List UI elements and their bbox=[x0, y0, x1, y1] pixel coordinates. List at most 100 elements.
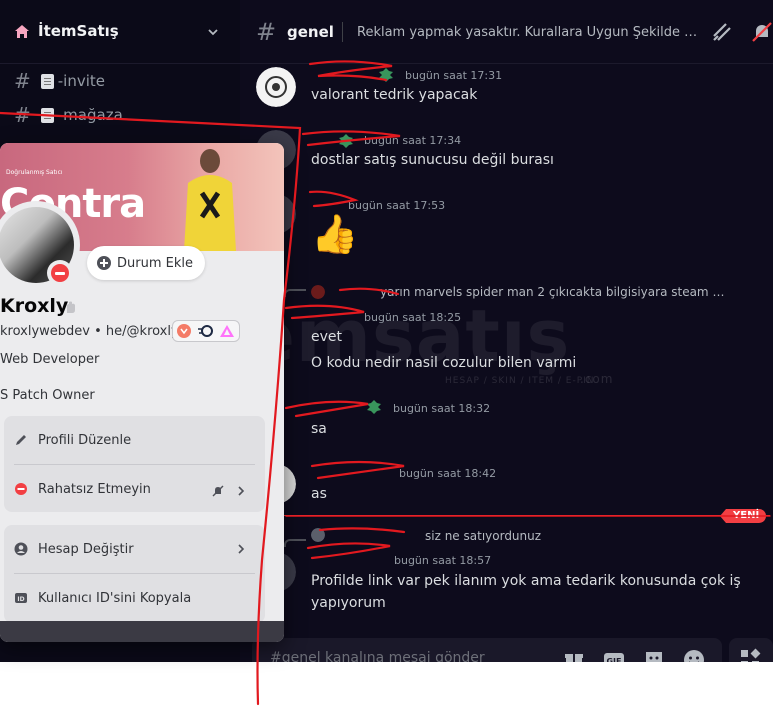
copy-user-id-button[interactable]: ID Kullanıcı ID'sini Kopyala bbox=[14, 588, 191, 608]
chevron-down-icon[interactable] bbox=[207, 26, 219, 38]
svg-text:ID: ID bbox=[17, 596, 24, 603]
message-text: valorant tedrik yapacak bbox=[311, 87, 478, 103]
profile-username-line: kroxlywebdev • he/@kroxly bbox=[0, 324, 179, 339]
sidebar-channel-invite[interactable]: # -invite bbox=[14, 68, 105, 94]
server-name: İtemSatış bbox=[38, 22, 119, 40]
watermark-domain: .com bbox=[580, 372, 614, 386]
message-text: O kodu nedir nasil cozulur bilen varmi bbox=[311, 355, 577, 371]
reply-preview[interactable]: siz ne satıyordunuz bbox=[425, 529, 541, 543]
message-timestamp: bugün saat 18:42 bbox=[399, 467, 497, 480]
message-text: sa bbox=[311, 421, 327, 437]
watermark-sub: HESAP / SKIN / ITEM / E-PIN bbox=[445, 376, 595, 386]
notification-muted-icon[interactable] bbox=[750, 20, 773, 44]
channel-header: # genel Reklam yapmak yasaktır. Kurallar… bbox=[240, 0, 773, 64]
reply-connector bbox=[284, 289, 306, 297]
channel-topic[interactable]: Reklam yapmak yasaktır. Kurallara Uygun … bbox=[357, 25, 702, 40]
channel-name: genel bbox=[287, 23, 334, 41]
message-timestamp: bugün saat 18:32 bbox=[393, 402, 491, 415]
message-text: yapıyorum bbox=[311, 595, 386, 611]
svg-text:GIF: GIF bbox=[606, 657, 621, 662]
message-timestamp: bugün saat 18:25 bbox=[364, 311, 462, 324]
hash-icon: # bbox=[14, 103, 31, 127]
message-text: as bbox=[311, 486, 327, 502]
sidebar-channel-magaza[interactable]: # -mağaza bbox=[14, 102, 123, 128]
user-avatar[interactable] bbox=[256, 67, 296, 107]
user-icon bbox=[14, 542, 28, 556]
banner-person-image bbox=[184, 149, 236, 251]
reply-connector bbox=[284, 539, 306, 547]
message-text: Profilde link var pek ilanım yok ama ted… bbox=[311, 573, 741, 589]
home-icon bbox=[15, 25, 29, 38]
hash-icon: # bbox=[256, 18, 277, 46]
edit-profile-label: Profili Düzenle bbox=[38, 432, 132, 448]
profile-popout: Doğrulanmış Satıcı Contra Durum Ekle Kro… bbox=[0, 143, 284, 642]
message-timestamp: bugün saat 17:31 bbox=[405, 69, 503, 82]
id-icon: ID bbox=[15, 593, 27, 603]
apps-icon bbox=[741, 648, 761, 662]
hash-icon: # bbox=[14, 69, 31, 93]
profile-actions-card: Profili Düzenle Rahatsız Etmeyin bbox=[4, 416, 265, 512]
switch-account-label: Hesap Değiştir bbox=[38, 541, 134, 557]
chevron-right-icon bbox=[238, 544, 245, 554]
dnd-icon bbox=[51, 264, 69, 282]
message-list: itemsatış HESAP / SKIN / ITEM / E-PIN .c… bbox=[185, 64, 773, 639]
reply-avatar bbox=[311, 285, 325, 299]
pencil-icon bbox=[16, 435, 26, 445]
message-timestamp: bugün saat 17:34 bbox=[364, 134, 462, 147]
copy-user-id-label: Kullanıcı ID'sini Kopyala bbox=[38, 590, 192, 606]
nitro-badge-icon bbox=[379, 68, 393, 82]
nitro-badge-icon bbox=[367, 400, 381, 414]
dnd-status-indicator bbox=[47, 260, 73, 286]
server-header[interactable]: İtemSatış bbox=[0, 0, 240, 64]
account-card: Hesap Değiştir ID Kullanıcı ID'sini Kopy… bbox=[4, 525, 265, 623]
profile-bio-line: Web Developer bbox=[0, 352, 100, 367]
divider bbox=[14, 464, 255, 465]
hand-icon bbox=[67, 301, 75, 313]
add-status-label: Durum Ekle bbox=[117, 255, 193, 271]
reply-avatar bbox=[311, 528, 325, 542]
profile-badges bbox=[172, 320, 240, 342]
profile-bottom-bar bbox=[0, 621, 284, 642]
document-icon bbox=[40, 107, 54, 123]
new-messages-badge: YENİ bbox=[719, 509, 767, 523]
sticker-icon[interactable] bbox=[643, 649, 665, 662]
banner-caption: Doğrulanmış Satıcı bbox=[6, 169, 63, 176]
speed-badge-icon[interactable] bbox=[197, 324, 213, 338]
switch-account-button[interactable]: Hesap Değiştir bbox=[14, 539, 134, 559]
document-icon bbox=[40, 73, 54, 89]
reply-preview[interactable]: yarın marvels spider man 2 çıkıcakta bil… bbox=[380, 285, 725, 299]
nitro-badge-icon bbox=[339, 134, 353, 148]
profile-display-name: Kroxly bbox=[0, 295, 69, 317]
dnd-status-button[interactable]: Rahatsız Etmeyin bbox=[14, 479, 151, 499]
new-messages-divider bbox=[280, 515, 770, 516]
add-status-button[interactable]: Durum Ekle bbox=[87, 246, 205, 280]
emoji-icon[interactable] bbox=[683, 649, 705, 662]
thumbs-up-emoji: 👍 bbox=[311, 212, 359, 256]
separator-dot: • bbox=[94, 324, 102, 339]
gif-icon[interactable]: GIF bbox=[603, 649, 625, 662]
header-divider bbox=[342, 22, 343, 42]
channel-label: -mağaza bbox=[57, 106, 123, 124]
message-timestamp: bugün saat 17:53 bbox=[348, 199, 446, 212]
plus-icon bbox=[97, 256, 111, 270]
profile-username: kroxlywebdev bbox=[0, 324, 90, 339]
message-text: dostlar satış sunucusu değil burası bbox=[311, 152, 554, 168]
message-composer: GIF bbox=[252, 638, 722, 662]
message-timestamp: bugün saat 18:57 bbox=[394, 554, 492, 567]
apps-button[interactable] bbox=[729, 638, 773, 662]
profile-pronouns: he/@kroxly bbox=[105, 324, 179, 339]
dnd-label: Rahatsız Etmeyin bbox=[38, 481, 151, 497]
edit-profile-button[interactable]: Profili Düzenle bbox=[14, 430, 131, 450]
message-input[interactable] bbox=[270, 650, 520, 662]
threads-icon[interactable] bbox=[710, 20, 734, 44]
gift-icon[interactable] bbox=[563, 649, 585, 662]
chevron-right-icon bbox=[238, 486, 245, 496]
profile-bio-line: S Patch Owner bbox=[0, 388, 95, 403]
dnd-small-icon bbox=[15, 483, 27, 495]
divider bbox=[14, 573, 255, 574]
channel-label: -invite bbox=[57, 72, 106, 90]
hypesquad-badge-icon[interactable] bbox=[177, 324, 191, 338]
notification-muted-icon bbox=[212, 485, 224, 497]
message-text: evet bbox=[311, 329, 343, 345]
nitro-triangle-badge-icon[interactable] bbox=[219, 324, 235, 338]
